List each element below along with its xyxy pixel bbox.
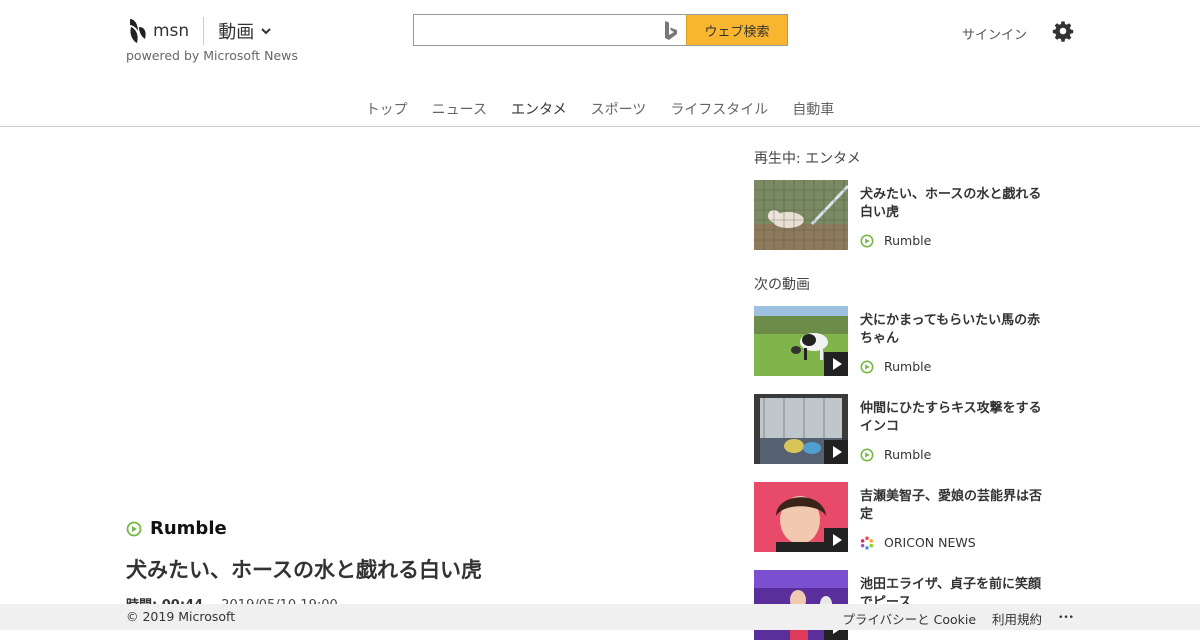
- card-source: ORICON NEWS: [860, 535, 976, 550]
- card-source-name: Rumble: [884, 233, 932, 248]
- copyright: © 2019 Microsoft: [126, 609, 236, 624]
- card-source: Rumble: [860, 233, 931, 248]
- video-provider[interactable]: Rumble: [126, 518, 227, 539]
- nav-item-autos[interactable]: 自動車: [792, 99, 834, 119]
- card-title: 犬みたい、ホースの水と戯れる白い虎: [860, 187, 1042, 220]
- card-source-name: Rumble: [884, 447, 932, 462]
- nav-item-sports[interactable]: スポーツ: [591, 99, 647, 119]
- video-thumbnail: [754, 394, 848, 464]
- search-bar: ウェブ検索: [413, 14, 788, 46]
- terms-link[interactable]: 利用規約: [992, 609, 1042, 628]
- divider: [203, 17, 205, 45]
- next-videos-label: 次の動画: [754, 277, 810, 293]
- video-thumbnail: [754, 306, 848, 376]
- tiger-thumbnail-image: [754, 180, 848, 250]
- card-title: 仲間にひたすらキス攻撃をするインコ: [860, 401, 1042, 434]
- play-icon: [824, 352, 848, 376]
- now-playing-label: 再生中: エンタメ: [754, 151, 861, 167]
- card-source-name: ORICON NEWS: [884, 535, 976, 550]
- nav-item-news[interactable]: ニュース: [432, 99, 487, 119]
- search-input[interactable]: [414, 15, 686, 45]
- video-player[interactable]: [126, 140, 722, 510]
- next-video-card[interactable]: 吉瀬美智子、愛娘の芸能界は否定 ORICON NEWS: [754, 482, 1054, 552]
- nav-item-lifestyle[interactable]: ライフスタイル: [670, 99, 768, 119]
- card-source-name: Rumble: [884, 359, 932, 374]
- gear-icon[interactable]: [1052, 20, 1074, 42]
- chevron-down-icon[interactable]: [260, 25, 272, 37]
- next-video-card[interactable]: 犬にかまってもらいたい馬の赤ちゃん Rumble: [754, 306, 1054, 376]
- rumble-icon: [860, 360, 874, 373]
- privacy-link[interactable]: プライバシーと Cookie: [842, 609, 976, 628]
- oricon-icon: [860, 535, 874, 550]
- card-title: 犬にかまってもらいたい馬の赤ちゃん: [860, 313, 1041, 346]
- section-title[interactable]: 動画: [218, 18, 254, 44]
- signin-link[interactable]: サインイン: [962, 24, 1027, 43]
- site-header: msn 動画 powered by Microsoft News ウェブ検索 サ…: [0, 0, 1200, 127]
- play-icon: [824, 440, 848, 464]
- rumble-icon: [860, 234, 874, 247]
- video-thumbnail: [754, 180, 848, 250]
- card-title: 吉瀬美智子、愛娘の芸能界は否定: [860, 489, 1043, 522]
- category-nav: トップ ニュース エンタメ スポーツ ライフスタイル 自動車: [0, 99, 1200, 119]
- web-search-button[interactable]: ウェブ検索: [686, 15, 787, 45]
- footer-links: プライバシーと Cookie 利用規約 •••: [842, 609, 1074, 628]
- nav-item-entertainment[interactable]: エンタメ: [511, 99, 567, 119]
- rumble-icon: [860, 448, 874, 461]
- video-thumbnail: [754, 482, 848, 552]
- butterfly-icon: [130, 19, 146, 43]
- card-source: Rumble: [860, 447, 931, 462]
- brand-name: msn: [153, 21, 190, 41]
- nav-item-top[interactable]: トップ: [366, 99, 408, 119]
- site-footer: © 2019 Microsoft プライバシーと Cookie 利用規約 •••: [0, 604, 1200, 630]
- provider-name: Rumble: [150, 518, 227, 539]
- card-source: Rumble: [860, 359, 931, 374]
- play-icon: [824, 528, 848, 552]
- video-title: 犬みたい、ホースの水と戯れる白い虎: [126, 558, 482, 582]
- now-playing-card[interactable]: 犬みたい、ホースの水と戯れる白い虎 Rumble: [754, 180, 1054, 250]
- bing-icon: [665, 21, 677, 40]
- rumble-icon: [126, 521, 142, 536]
- powered-by: powered by Microsoft News: [126, 48, 298, 63]
- more-menu-button[interactable]: •••: [1058, 609, 1074, 628]
- msn-logo[interactable]: msn 動画: [127, 16, 272, 46]
- next-video-card[interactable]: 仲間にひたすらキス攻撃をするインコ Rumble: [754, 394, 1054, 464]
